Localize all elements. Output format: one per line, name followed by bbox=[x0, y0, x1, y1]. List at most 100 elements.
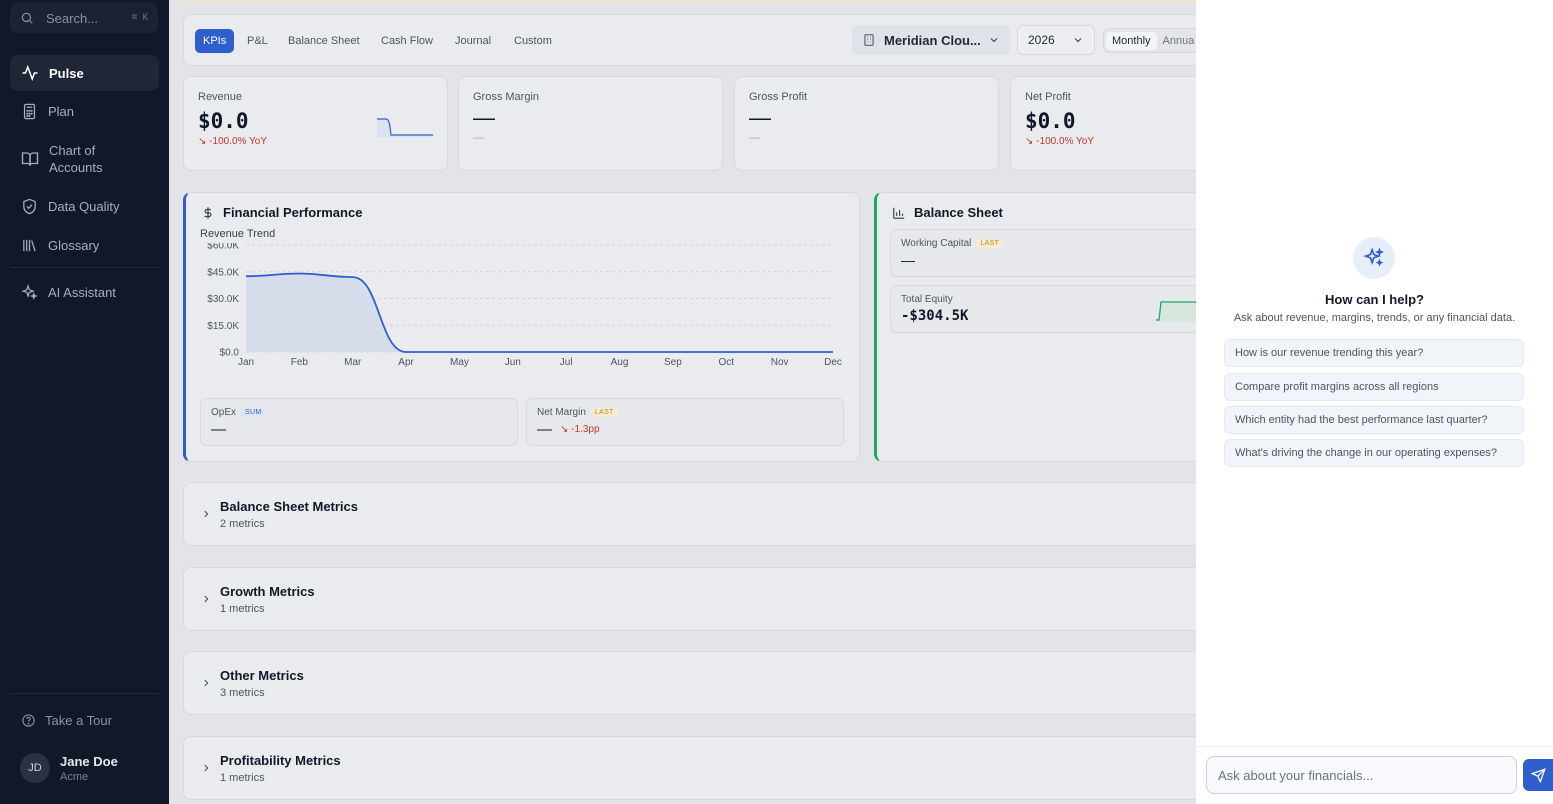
help-circle-icon bbox=[22, 714, 35, 727]
x-tick-label: Nov bbox=[771, 357, 789, 368]
group-title: Profitability Metrics bbox=[220, 753, 341, 768]
book-icon bbox=[21, 152, 39, 166]
shield-check-icon bbox=[23, 198, 36, 214]
kpi-label: Gross Margin bbox=[473, 91, 540, 103]
net-margin-metric[interactable]: Net Margin LAST — ↘ -1.3pp bbox=[526, 398, 844, 446]
sparkles-icon bbox=[21, 283, 38, 300]
card-title-text: Balance Sheet bbox=[914, 205, 1003, 220]
entity-value: Meridian Clou... bbox=[884, 32, 981, 48]
x-tick-label: Mar bbox=[344, 357, 362, 368]
kpi-card-gross-profit[interactable]: Gross Profit — — bbox=[734, 76, 999, 171]
take-a-tour-button[interactable]: Take a Tour bbox=[21, 713, 112, 728]
x-tick-label: Feb bbox=[291, 357, 309, 368]
suggestion-chip[interactable]: Which entity had the best performance la… bbox=[1224, 406, 1524, 434]
group-other-metrics[interactable]: Other Metrics 3 metrics bbox=[183, 651, 1196, 715]
metric-delta: ↘ -1.3pp bbox=[560, 424, 600, 435]
sidebar-divider bbox=[10, 693, 159, 694]
period-monthly[interactable]: Monthly bbox=[1106, 31, 1157, 50]
tab-pl[interactable]: P&L bbox=[239, 29, 276, 53]
x-tick-label: Jan bbox=[238, 357, 254, 368]
metric-value: — bbox=[211, 421, 507, 438]
year-select[interactable]: 2026 bbox=[1017, 25, 1095, 55]
kpi-yoy-text: -100.0% YoY bbox=[1036, 136, 1094, 147]
kpi-label: Gross Profit bbox=[749, 91, 808, 103]
sidebar-item-plan[interactable]: Plan bbox=[10, 96, 159, 126]
revenue-sparkline bbox=[377, 118, 433, 137]
y-tick-label: $60.0K bbox=[207, 243, 239, 252]
ai-assistant-panel: How can I help? Ask about revenue, margi… bbox=[1196, 0, 1553, 804]
top-accent bbox=[183, 0, 1196, 3]
building-icon bbox=[864, 34, 874, 46]
kpi-card-net-profit[interactable]: Net Profit $0.0 ↘ -100.0% YoY bbox=[1010, 76, 1196, 171]
tab-cash-flow[interactable]: Cash Flow bbox=[373, 29, 441, 53]
sidebar-item-pulse[interactable]: Pulse bbox=[10, 55, 159, 91]
sidebar-item-glossary[interactable]: Glossary bbox=[10, 230, 159, 260]
suggestion-chip[interactable]: What's driving the change in our operati… bbox=[1224, 439, 1524, 467]
kpi-card-revenue[interactable]: Revenue $0.0 ↘ -100.0% YoY bbox=[183, 76, 448, 171]
chat-input[interactable] bbox=[1206, 756, 1517, 794]
suggestion-chip[interactable]: How is our revenue trending this year? bbox=[1224, 339, 1524, 367]
working-capital-metric[interactable]: Working Capital LAST — bbox=[890, 229, 1196, 277]
group-balance-sheet-metrics[interactable]: Balance Sheet Metrics 2 metrics bbox=[183, 482, 1196, 546]
metric-label: Total Equity bbox=[901, 294, 953, 305]
chart-subtitle: Revenue Trend bbox=[200, 228, 276, 240]
tab-journal[interactable]: Journal bbox=[447, 29, 499, 53]
card-title-text: Financial Performance bbox=[223, 205, 363, 220]
assistant-subheading: Ask about revenue, margins, trends, or a… bbox=[1233, 312, 1516, 324]
sidebar-item-ai-assistant[interactable]: AI Assistant bbox=[10, 277, 159, 307]
panel-divider bbox=[1196, 746, 1553, 747]
period-annual[interactable]: Annua bbox=[1157, 32, 1196, 50]
kpi-value: — bbox=[473, 105, 495, 130]
last-badge: LAST bbox=[976, 239, 1004, 248]
group-title: Growth Metrics bbox=[220, 584, 315, 599]
kpi-card-gross-margin[interactable]: Gross Margin — — bbox=[458, 76, 723, 171]
sidebar-item-label: Glossary bbox=[48, 237, 100, 253]
tab-kpis[interactable]: KPIs bbox=[195, 29, 235, 53]
assistant-avatar bbox=[1353, 237, 1395, 279]
y-tick-label: $45.0K bbox=[207, 267, 239, 278]
assistant-heading: How can I help? bbox=[1325, 292, 1424, 307]
period-toggle: Monthly Annua bbox=[1103, 28, 1196, 53]
metric-label: Net Margin LAST bbox=[537, 407, 833, 418]
chevron-down-icon bbox=[1074, 38, 1082, 43]
group-profitability-metrics[interactable]: Profitability Metrics 1 metrics bbox=[183, 736, 1196, 800]
equity-sparkline bbox=[1156, 301, 1196, 322]
card-title: Financial Performance bbox=[201, 205, 362, 220]
card-title: Balance Sheet bbox=[892, 205, 1003, 220]
financial-performance-card: Financial Performance Revenue Trend $60.… bbox=[183, 192, 860, 462]
opex-metric[interactable]: OpEx SUM — bbox=[200, 398, 518, 446]
tab-balance-sheet[interactable]: Balance Sheet bbox=[280, 29, 368, 53]
group-growth-metrics[interactable]: Growth Metrics 1 metrics bbox=[183, 567, 1196, 631]
dollar-icon bbox=[204, 206, 212, 219]
sum-badge: SUM bbox=[241, 408, 266, 417]
label-line-2: Accounts bbox=[49, 160, 103, 175]
trend-down-icon: ↘ bbox=[198, 136, 210, 147]
label-line-1: Chart of bbox=[49, 143, 96, 158]
metric-label: Working Capital LAST bbox=[901, 238, 1196, 249]
send-icon bbox=[1530, 767, 1546, 783]
x-tick-label: Jun bbox=[505, 357, 521, 368]
user-name: Jane Doe bbox=[60, 753, 118, 769]
metric-label-text: Working Capital bbox=[901, 238, 972, 249]
user-menu[interactable]: JD Jane Doe Acme bbox=[20, 753, 118, 783]
sidebar-divider bbox=[10, 267, 159, 268]
y-tick-label: $30.0K bbox=[207, 294, 239, 305]
kpi-sub: — bbox=[473, 132, 484, 144]
calculator-icon bbox=[23, 103, 36, 119]
last-badge: LAST bbox=[590, 408, 618, 417]
sidebar-item-data-quality[interactable]: Data Quality bbox=[10, 191, 159, 221]
tab-custom[interactable]: Custom bbox=[506, 29, 560, 53]
total-equity-metric[interactable]: Total Equity -$304.5K bbox=[890, 285, 1196, 333]
revenue-trend-chart: $60.0K $45.0K $30.0K $15.0K $0.0Jan Feb Mar Apr… bbox=[207, 243, 842, 368]
suggestion-chip[interactable]: Compare profit margins across all region… bbox=[1224, 373, 1524, 401]
group-title: Balance Sheet Metrics bbox=[220, 499, 359, 514]
main-content: KPIs P&L Balance Sheet Cash Flow Journal… bbox=[169, 0, 1196, 804]
search-input[interactable]: Search... ⌘ K bbox=[10, 3, 158, 33]
x-tick-label: Sep bbox=[664, 357, 682, 368]
send-button[interactable] bbox=[1523, 759, 1553, 791]
kpi-label: Revenue bbox=[198, 91, 243, 103]
sidebar-item-chart-of-accounts[interactable]: Chart of Accounts bbox=[10, 140, 159, 178]
metric-label: OpEx SUM bbox=[211, 407, 507, 418]
entity-select[interactable]: Meridian Clou... bbox=[852, 25, 1010, 55]
tour-label: Take a Tour bbox=[45, 713, 112, 728]
